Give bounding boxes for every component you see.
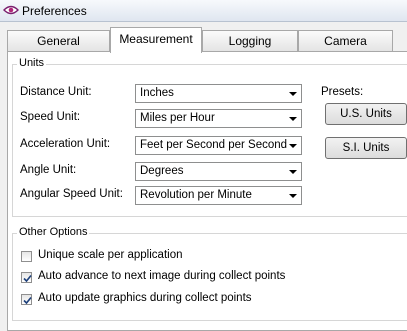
distance-unit-label: Distance Unit: — [20, 86, 92, 98]
options-legend: Other Options — [17, 226, 90, 238]
acceleration-unit-select[interactable]: Feet per Second per Second — [135, 136, 302, 155]
us-units-button[interactable]: U.S. Units — [325, 103, 407, 125]
unique-scale-checkbox[interactable] — [21, 251, 32, 262]
chevron-down-icon — [289, 194, 297, 198]
eye-icon — [3, 4, 19, 19]
options-group-border-bottom — [12, 320, 407, 321]
units-group-border-left — [12, 64, 13, 216]
speed-unit-value: Miles per Hour — [140, 112, 215, 124]
checkmark-icon — [23, 296, 32, 305]
window-title: Preferences — [22, 4, 87, 18]
tab-logging[interactable]: Logging — [202, 30, 298, 51]
chevron-down-icon — [289, 144, 297, 148]
auto-update-label[interactable]: Auto update graphics during collect poin… — [38, 292, 252, 304]
units-group-border-bottom — [12, 216, 407, 217]
si-units-button[interactable]: S.I. Units — [325, 137, 407, 159]
acceleration-unit-label: Acceleration Unit: — [20, 138, 111, 150]
unique-scale-label[interactable]: Unique scale per application — [38, 249, 182, 261]
options-group-border-left — [12, 233, 13, 321]
distance-unit-select[interactable]: Inches — [135, 84, 302, 103]
chevron-down-icon — [289, 170, 297, 174]
checkmark-icon — [23, 274, 32, 283]
units-legend: Units — [17, 57, 47, 69]
tab-camera[interactable]: Camera — [298, 30, 393, 51]
acceleration-unit-value: Feet per Second per Second — [140, 139, 288, 151]
title-bar: Preferences — [0, 0, 407, 22]
chevron-down-icon — [289, 117, 297, 121]
speed-unit-label: Speed Unit: — [20, 111, 81, 123]
auto-advance-checkbox[interactable] — [21, 272, 32, 283]
auto-update-checkbox[interactable] — [21, 294, 32, 305]
auto-advance-label[interactable]: Auto advance to next image during collec… — [38, 270, 285, 282]
presets-label: Presets: — [321, 86, 364, 98]
angle-unit-label: Angle Unit: — [20, 164, 77, 176]
speed-unit-select[interactable]: Miles per Hour — [135, 109, 302, 128]
angle-unit-select[interactable]: Degrees — [135, 162, 302, 181]
distance-unit-value: Inches — [140, 87, 174, 99]
angular-speed-unit-select[interactable]: Revolution per Minute — [135, 186, 302, 205]
tab-measurement[interactable]: Measurement — [110, 27, 202, 53]
angular-speed-unit-value: Revolution per Minute — [140, 189, 252, 201]
tab-strip: General Measurement Logging Camera — [7, 27, 407, 53]
tab-general[interactable]: General — [7, 30, 110, 51]
chevron-down-icon — [289, 92, 297, 96]
angular-speed-unit-label: Angular Speed Unit: — [20, 188, 123, 200]
angle-unit-value: Degrees — [140, 165, 184, 177]
units-group-border — [12, 64, 407, 65]
